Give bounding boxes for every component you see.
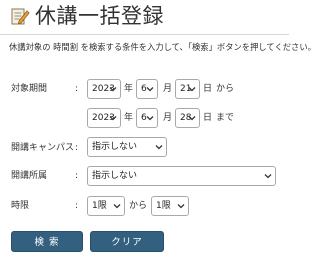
from-year-select[interactable]: 2023 <box>87 79 121 99</box>
campus-colon: : <box>75 143 79 153</box>
campus-select[interactable]: 指示しない <box>87 137 167 157</box>
period-between: から <box>129 201 148 211</box>
month-unit: 月 <box>163 84 173 94</box>
chevron-down-icon <box>146 87 154 92</box>
chevron-down-icon <box>109 116 117 121</box>
chevron-down-icon <box>146 116 154 121</box>
campus-label: 開講キャンパス <box>11 143 75 153</box>
month-unit: 月 <box>163 113 173 123</box>
to-period-select[interactable]: 1限 <box>151 196 189 216</box>
from-suffix: から <box>216 84 235 94</box>
year-unit: 年 <box>124 84 134 94</box>
edit-note-icon <box>11 8 30 25</box>
day-unit: 日 <box>203 84 213 94</box>
to-suffix: まで <box>216 113 235 123</box>
search-button[interactable]: 検 索 <box>11 231 83 252</box>
to-period-value: 1限 <box>156 201 171 211</box>
time-period-colon: : <box>75 201 79 211</box>
instructions-text: 休講対象の 時間割 を検索する条件を入力して、「検索」ボタンを押してください。 <box>9 42 316 52</box>
year-unit: 年 <box>124 113 134 123</box>
from-month-select[interactable]: 6 <box>136 79 158 99</box>
day-unit: 日 <box>203 113 213 123</box>
clear-button[interactable]: クリア <box>90 231 164 252</box>
chevron-down-icon <box>109 87 117 92</box>
department-label: 開講所属 <box>11 171 48 181</box>
from-period-select[interactable]: 1限 <box>87 196 125 216</box>
from-period-value: 1限 <box>92 201 107 211</box>
to-year-select[interactable]: 2023 <box>87 108 121 128</box>
chevron-down-icon <box>155 145 163 150</box>
campus-value: 指示しない <box>92 142 138 152</box>
chevron-down-icon <box>264 174 272 179</box>
chevron-down-icon <box>188 87 196 92</box>
page-title: 休講一括登録 <box>35 4 164 28</box>
period-colon: : <box>75 84 79 94</box>
chevron-down-icon <box>188 116 196 121</box>
department-value: 指示しない <box>92 171 138 181</box>
page-header: 休講一括登録 <box>0 0 289 35</box>
chevron-down-icon <box>113 204 121 209</box>
from-day-select[interactable]: 21 <box>175 79 200 99</box>
time-period-label: 時限 <box>11 201 30 211</box>
to-month-select[interactable]: 6 <box>136 108 158 128</box>
chevron-down-icon <box>177 204 185 209</box>
to-day-select[interactable]: 28 <box>175 108 200 128</box>
department-select[interactable]: 指示しない <box>87 166 276 186</box>
department-colon: : <box>75 171 79 181</box>
period-label: 対象期間 <box>11 84 48 94</box>
